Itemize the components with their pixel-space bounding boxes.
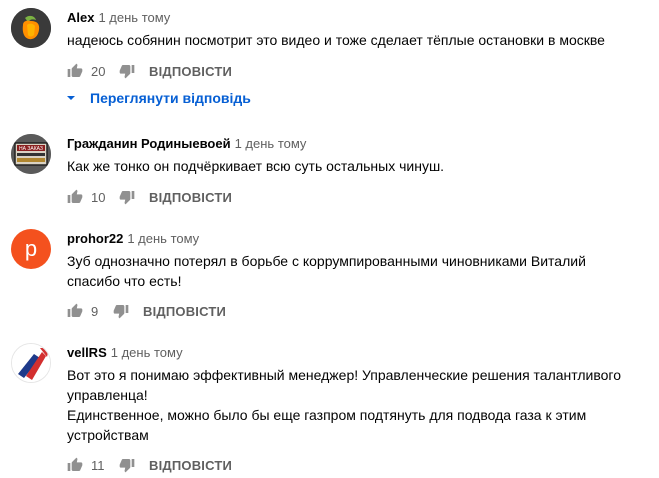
comment-author[interactable]: vellRS <box>67 345 107 360</box>
comment-text: Зуб однозначно потерял в борьбе с коррум… <box>67 253 586 289</box>
comment-actions: 9 ВІДПОВІСТИ <box>67 301 226 321</box>
reply-button[interactable]: ВІДПОВІСТИ <box>143 304 226 319</box>
comment-actions: 10 ВІДПОВІСТИ <box>67 187 232 207</box>
reply-button[interactable]: ВІДПОВІСТИ <box>149 458 232 473</box>
thumbs-up-icon[interactable] <box>67 63 83 79</box>
reply-button[interactable]: ВІДПОВІСТИ <box>149 64 232 79</box>
flag-badge-avatar-icon: НА ЗАКАЗ <box>11 134 51 174</box>
red-arrow-logo-icon <box>12 344 50 382</box>
comment-actions: 11 ВІДПОВІСТИ <box>67 455 232 475</box>
caret-down-icon <box>67 96 75 100</box>
avatar-prohor22[interactable]: p <box>11 229 51 269</box>
comment-text: надеюсь собянин посмотрит это видео и то… <box>67 32 605 48</box>
like-count: 9 <box>91 303 99 319</box>
avatar-alex[interactable] <box>11 8 51 48</box>
thumbs-up-icon[interactable] <box>67 457 83 473</box>
like-count: 20 <box>91 63 106 79</box>
avatar-grazhdanin[interactable]: НА ЗАКАЗ <box>11 134 51 174</box>
thumbs-down-icon[interactable] <box>113 303 129 319</box>
comment-time[interactable]: 1 день тому <box>111 345 183 360</box>
avatar-vellrs[interactable] <box>11 343 51 383</box>
thumbs-down-icon[interactable] <box>119 63 135 79</box>
comment-time[interactable]: 1 день тому <box>127 231 199 246</box>
comment-text: Как же тонко он подчёркивает всю суть ос… <box>67 158 445 174</box>
comment-actions: 20 ВІДПОВІСТИ <box>67 61 232 81</box>
thumbs-down-icon[interactable] <box>119 457 135 473</box>
fl-studio-fruit-logo-icon <box>11 8 51 48</box>
view-replies-button[interactable]: Переглянути відповідь <box>66 90 251 106</box>
comment-author[interactable]: prohor22 <box>67 231 123 246</box>
avatar-letter: p <box>24 236 38 261</box>
comment-author[interactable]: Alex <box>67 10 94 25</box>
comment-text: Вот это я понимаю эффективный менеджер! … <box>67 367 622 443</box>
view-replies-label: Переглянути відповідь <box>90 90 251 106</box>
thumbs-up-icon[interactable] <box>67 189 83 205</box>
comment-time[interactable]: 1 день тому <box>235 136 307 151</box>
reply-button[interactable]: ВІДПОВІСТИ <box>149 190 232 205</box>
thumbs-up-icon[interactable] <box>67 303 83 319</box>
comment-time[interactable]: 1 день тому <box>98 10 170 25</box>
comment-author[interactable]: Гражданин Родиныевоей <box>67 136 231 151</box>
like-count: 10 <box>91 189 106 205</box>
like-count: 11 <box>91 457 105 473</box>
thumbs-down-icon[interactable] <box>119 189 135 205</box>
svg-text:НА ЗАКАЗ: НА ЗАКАЗ <box>19 146 43 152</box>
